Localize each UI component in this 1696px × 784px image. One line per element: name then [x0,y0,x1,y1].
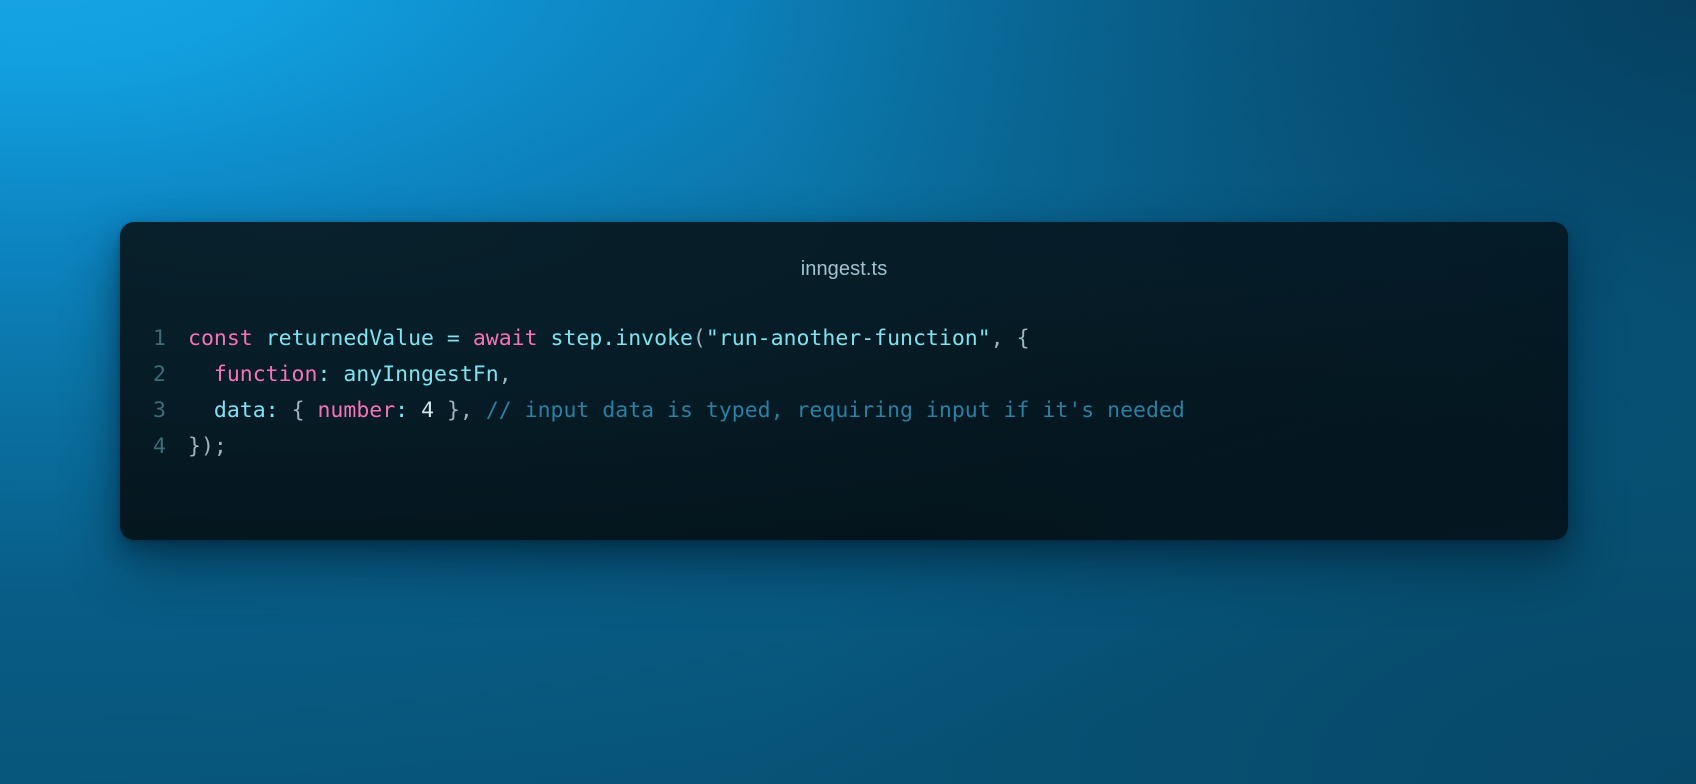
background-stage: inngest.ts 1 const returnedValue = await … [0,0,1696,784]
code-token-keyword: function [213,362,318,387]
code-token-punctuation: { [1016,326,1030,351]
code-token-keyword: const [188,326,253,351]
line-number: 1 [153,326,166,351]
code-token-operator: : [317,362,331,387]
code-token-operator: : [265,398,279,423]
filename-label: inngest.ts [800,258,888,280]
code-token-punctuation: , [990,326,1004,351]
code-token-comment: // input data is typed, requiring input … [485,398,1185,423]
code-token-punctuation: } [446,398,460,423]
code-line: 1 const returnedValue = await step.invoke… [120,321,1568,357]
code-token-identifier: returnedValue [265,326,434,351]
code-token-punctuation: ( [692,326,706,351]
code-token-punctuation: , [459,398,473,423]
code-line: 4}); [120,429,1568,465]
code-token-identifier: step [550,326,603,351]
code-token-number: 4 [421,398,435,423]
line-number: 2 [153,362,166,387]
code-token-operator: . [602,326,616,351]
line-number: 4 [153,434,166,459]
code-token-punctuation: } [188,434,201,459]
code-token-keyword: await [472,326,538,351]
code-token-operator: : [395,398,409,423]
code-token-string: "run-another-function" [705,326,991,351]
code-line: 3 data: { number: 4 }, // input data is … [120,393,1568,429]
code-token-punctuation: ) [200,434,214,459]
code-token-operator: = [446,326,460,351]
line-number: 3 [153,398,166,423]
code-token-punctuation: { [291,398,305,423]
code-block: 1 const returnedValue = await step.invoke… [120,321,1568,465]
code-token-punctuation: ; [213,434,227,459]
code-line: 2 function: anyInngestFn, [120,357,1568,393]
code-snippet-card: inngest.ts 1 const returnedValue = await … [120,222,1568,540]
code-token-punctuation: , [498,362,512,387]
code-token-identifier: data [213,398,266,423]
code-token-keyword: number [317,398,396,423]
code-token-identifier: invoke [615,326,693,351]
code-token-identifier: anyInngestFn [343,362,499,387]
